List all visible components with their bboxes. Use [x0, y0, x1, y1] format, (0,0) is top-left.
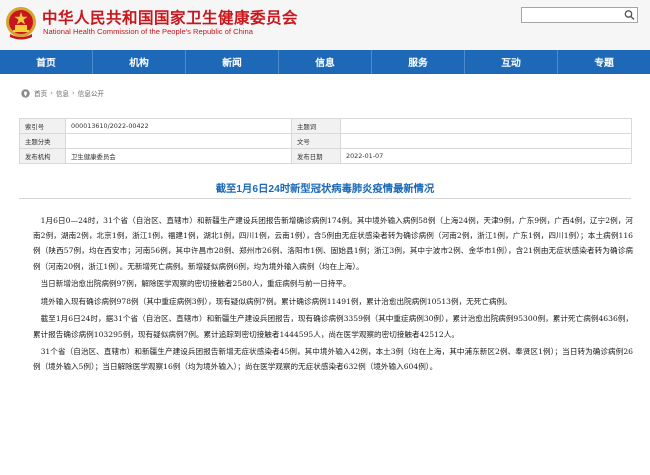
article-paragraph: 境外输入现有确诊病例978例（其中重症病例3例），现有疑似病例7例。累计确诊病例…: [40, 296, 512, 306]
table-row: 主题分类 文号: [19, 133, 632, 149]
breadcrumb-separator: ›: [72, 89, 75, 97]
article-paragraph: 1月6日0—24时，31个省（自治区、直辖市）和新疆生产建设兵团报告新增确诊病例…: [33, 216, 633, 271]
nav-item-news[interactable]: 新闻: [186, 50, 279, 74]
nav-item-organization[interactable]: 机构: [93, 50, 186, 74]
article-body: 1月6日0—24时，31个省（自治区、直辖市）和新疆生产建设兵团报告新增确诊病例…: [33, 213, 633, 377]
breadcrumb-information[interactable]: 信息: [56, 88, 69, 98]
subject-label: 主题词: [291, 118, 341, 134]
publish-date-value: 2022-01-07: [340, 148, 632, 164]
table-row: 发布机构 卫生健康委员会 发布日期 2022-01-07: [19, 148, 632, 164]
publish-date-label: 发布日期: [291, 148, 341, 164]
breadcrumb-disclosure[interactable]: 信息公开: [78, 88, 104, 98]
article-paragraph: 31个省（自治区、直辖市）和新疆生产建设兵团报告新增无症状感染者45例，其中境外…: [33, 347, 633, 372]
nav-item-home[interactable]: 首页: [0, 50, 93, 74]
subject-value: [340, 118, 632, 134]
nav-item-interaction[interactable]: 互动: [465, 50, 558, 74]
site-name-zh[interactable]: 中华人民共和国国家卫生健康委员会: [42, 6, 298, 28]
nav-item-services[interactable]: 服务: [372, 50, 465, 74]
index-number-value: 000013610/2022-00422: [65, 118, 292, 134]
search-input[interactable]: [521, 7, 638, 23]
index-number-label: 索引号: [19, 118, 66, 134]
location-pin-icon: [21, 88, 30, 98]
category-label: 主题分类: [19, 133, 66, 149]
nav-item-topics[interactable]: 专题: [558, 50, 650, 74]
breadcrumb: 首页 › 信息 › 信息公开: [21, 88, 104, 98]
title-divider: [19, 198, 631, 199]
breadcrumb-separator: ›: [50, 89, 53, 97]
site-name-en[interactable]: National Health Commission of the People…: [43, 27, 253, 36]
issuer-value: 卫生健康委员会: [65, 148, 292, 164]
table-row: 索引号 000013610/2022-00422 主题词: [19, 118, 632, 134]
category-value: [65, 133, 292, 149]
search-icon[interactable]: [623, 9, 636, 21]
nav-item-information[interactable]: 信息: [279, 50, 372, 74]
main-nav: 首页 机构 新闻 信息 服务 互动 专题: [0, 50, 650, 74]
document-meta-table: 索引号 000013610/2022-00422 主题词 主题分类 文号 发布机…: [19, 118, 632, 164]
article-title: 截至1月6日24时新型冠状病毒肺炎疫情最新情况: [215, 184, 435, 195]
article-paragraph: 当日新增治愈出院病例97例，解除医学观察的密切接触者2580人，重症病例与前一日…: [40, 279, 351, 289]
breadcrumb-home[interactable]: 首页: [34, 88, 47, 98]
document-number-label: 文号: [291, 133, 341, 149]
site-header: 中华人民共和国国家卫生健康委员会 National Health Commiss…: [0, 0, 650, 50]
document-number-value: [340, 133, 632, 149]
national-emblem-icon[interactable]: [5, 6, 37, 40]
issuer-label: 发布机构: [19, 148, 66, 164]
article-paragraph: 截至1月6日24时，据31个省（自治区、直辖市）和新疆生产建设兵团报告，现有确诊…: [33, 314, 633, 339]
